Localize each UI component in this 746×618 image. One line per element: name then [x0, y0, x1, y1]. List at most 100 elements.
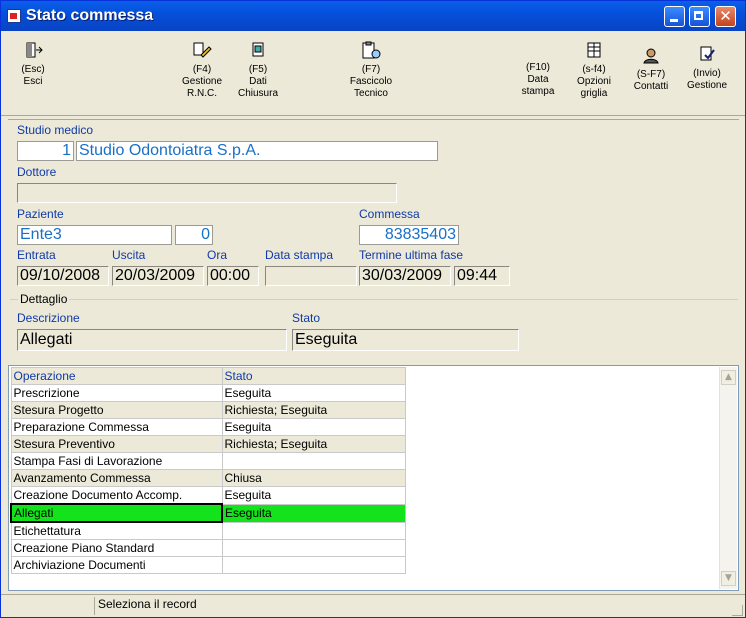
close-button[interactable]: ✕ — [715, 6, 736, 27]
paziente-field[interactable]: Ente3 — [17, 225, 172, 245]
cell-operazione: Stesura Progetto — [10, 401, 223, 419]
contatti-button[interactable]: (S-F7) Contatti — [629, 46, 673, 93]
grid-options-icon — [587, 42, 601, 58]
status-divider — [94, 597, 95, 615]
exit-door-icon — [26, 42, 43, 58]
termine-date-field[interactable]: 30/03/2009 — [359, 266, 451, 286]
cell-operazione: Creazione Piano Standard — [10, 539, 223, 557]
cell-stato — [221, 452, 406, 470]
cell-operazione: Stesura Preventivo — [10, 435, 223, 453]
studio-name-field[interactable]: Studio Odontoiatra S.p.A. — [76, 141, 438, 161]
stato-field[interactable]: Eseguita — [292, 329, 519, 351]
opzioni-key: (s-f4) — [582, 64, 606, 75]
table-row[interactable]: Stesura Progetto Richiesta; Eseguita — [10, 401, 406, 419]
cell-operazione: Creazione Documento Accomp. — [10, 486, 223, 505]
vertical-scrollbar[interactable]: ▲ ▼ — [719, 367, 737, 589]
termine-time-field[interactable]: 09:44 — [454, 266, 510, 286]
cell-operazione: Allegati — [10, 503, 223, 523]
ora-field[interactable]: 00:00 — [207, 266, 259, 286]
status-bar: Seleziona il record — [1, 594, 745, 617]
dottore-field[interactable] — [17, 183, 397, 203]
scroll-down-button[interactable]: ▼ — [721, 571, 736, 586]
cell-operazione: Etichettatura — [10, 521, 223, 540]
data-stampa-label1: Data — [527, 74, 549, 85]
dottore-label: Dottore — [17, 165, 57, 179]
studio-label: Studio medico — [17, 123, 94, 137]
data-stampa-label: Data stampa — [265, 248, 334, 262]
table-row[interactable]: Avanzamento Commessa Chiusa — [10, 469, 406, 487]
ora-label: Ora — [207, 248, 228, 262]
studio-code-field[interactable]: 1 — [17, 141, 74, 161]
data-stampa-key: (F10) — [526, 62, 550, 73]
cell-stato: Eseguita — [221, 503, 406, 523]
fascicolo-label2: Tecnico — [354, 88, 388, 99]
grid-header-row: Operazione Stato — [10, 367, 406, 385]
dati-chiusura-key: (F5) — [248, 64, 268, 75]
document-edit-icon — [193, 42, 212, 58]
esci-label: Esci — [23, 76, 43, 87]
descrizione-field[interactable]: Allegati — [17, 329, 287, 351]
data-stampa-label2: stampa — [521, 86, 555, 97]
paziente-label: Paziente — [17, 207, 64, 221]
esci-key: (Esc) — [21, 64, 45, 75]
esci-button[interactable]: (Esc) Esci — [13, 41, 53, 88]
table-row[interactable]: Archiviazione Documenti — [10, 556, 406, 574]
uscita-field[interactable]: 20/03/2009 — [112, 266, 204, 286]
title-bar[interactable]: Stato commessa ✕ — [1, 1, 745, 31]
arrow-down-icon: ▼ — [725, 573, 732, 583]
cell-stato: Chiusa — [221, 469, 406, 487]
minimize-button[interactable] — [664, 6, 685, 27]
operations-grid[interactable]: Operazione Stato Prescrizione Eseguita St… — [8, 365, 739, 591]
gestione-rnc-key: (F4) — [192, 64, 212, 75]
close-icon: ✕ — [719, 7, 732, 25]
cell-operazione: Prescrizione — [10, 384, 223, 402]
commessa-label: Commessa — [359, 207, 420, 221]
opzioni-label2: griglia — [580, 88, 608, 99]
resize-grip[interactable] — [732, 605, 743, 616]
column-header-operazione[interactable]: Operazione — [10, 367, 223, 385]
separator — [8, 119, 739, 120]
document-stack-icon — [252, 42, 264, 57]
table-row[interactable]: Stesura Preventivo Richiesta; Eseguita — [10, 435, 406, 453]
minimize-icon — [670, 19, 678, 22]
fascicolo-key: (F7) — [361, 64, 381, 75]
table-row[interactable]: Preparazione Commessa Eseguita — [10, 418, 406, 436]
contacts-icon — [643, 48, 659, 64]
cell-stato — [221, 539, 406, 557]
gestione-rnc-button[interactable]: (F4) Gestione R.N.C. — [176, 41, 228, 100]
contatti-label: Contatti — [633, 81, 669, 92]
arrow-up-icon: ▲ — [725, 372, 732, 382]
paziente-code-field[interactable]: 0 — [175, 225, 213, 245]
dati-chiusura-label2: Chiusura — [237, 88, 279, 99]
table-row[interactable]: Creazione Piano Standard — [10, 539, 406, 557]
uscita-label: Uscita — [112, 248, 146, 262]
fascicolo-tecnico-button[interactable]: (F7) Fascicolo Tecnico — [343, 41, 399, 100]
document-check-icon — [700, 46, 715, 61]
stato-label: Stato — [292, 311, 321, 325]
table-row[interactable]: Stampa Fasi di Lavorazione — [10, 452, 406, 470]
window-title: Stato commessa — [26, 7, 154, 24]
gestione-button[interactable]: (Invio) Gestione — [684, 45, 730, 92]
data-stampa-field[interactable] — [265, 266, 357, 286]
maximize-icon — [694, 11, 703, 20]
termine-label: Termine ultima fase — [359, 248, 464, 262]
cell-stato: Richiesta; Eseguita — [221, 401, 406, 419]
fascicolo-label1: Fascicolo — [349, 76, 393, 87]
dati-chiusura-button[interactable]: (F5) Dati Chiusura — [235, 41, 281, 100]
entrata-field[interactable]: 09/10/2008 — [17, 266, 109, 286]
scroll-up-button[interactable]: ▲ — [721, 370, 736, 385]
table-row-selected[interactable]: Allegati Eseguita — [10, 503, 406, 523]
opzioni-label1: Opzioni — [577, 76, 611, 87]
table-row[interactable]: Creazione Documento Accomp. Eseguita — [10, 486, 406, 505]
opzioni-griglia-button[interactable]: (s-f4) Opzioni griglia — [571, 41, 617, 100]
table-row[interactable]: Prescrizione Eseguita — [10, 384, 406, 402]
app-icon — [7, 9, 21, 23]
commessa-field[interactable]: 83835403 — [359, 225, 459, 245]
descrizione-label: Descrizione — [17, 311, 80, 325]
table-row[interactable]: Etichettatura — [10, 521, 406, 540]
maximize-button[interactable] — [689, 6, 710, 27]
dati-chiusura-label1: Dati — [249, 76, 267, 87]
data-stampa-button[interactable]: (F10) Data stampa — [516, 62, 560, 98]
column-header-stato[interactable]: Stato — [221, 367, 406, 385]
entrata-label: Entrata — [17, 248, 56, 262]
